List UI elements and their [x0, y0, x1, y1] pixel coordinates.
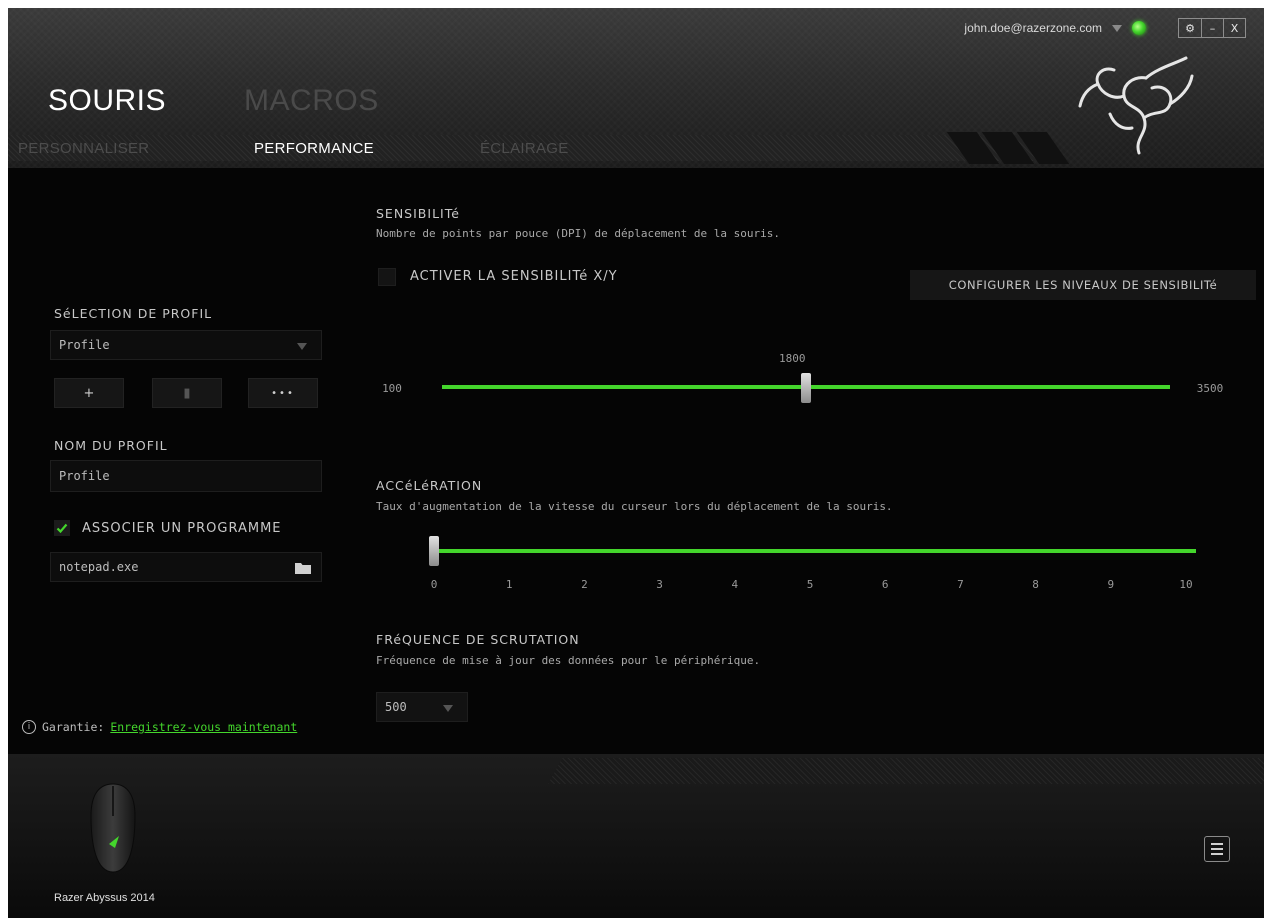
- menu-button[interactable]: [1204, 836, 1230, 862]
- profile-select[interactable]: Profile: [50, 330, 322, 360]
- acceleration-tick-label: 4: [731, 578, 739, 591]
- acceleration-slider-track[interactable]: [434, 549, 1196, 553]
- chevron-down-icon: [443, 705, 453, 712]
- top-bar: john.doe@razerzone.com ⚙ – X: [964, 18, 1246, 38]
- acceleration-tick-label: 5: [806, 578, 814, 591]
- folder-icon[interactable]: [295, 562, 311, 574]
- profile-select-value: Profile: [59, 338, 110, 352]
- program-path-value: notepad.exe: [59, 560, 139, 574]
- more-options-button[interactable]: •••: [248, 378, 318, 408]
- xy-sensitivity-checkbox[interactable]: [378, 268, 396, 286]
- user-email[interactable]: john.doe@razerzone.com: [964, 21, 1102, 35]
- polling-rate-value: 500: [385, 700, 407, 714]
- acceleration-description: Taux d'augmentation de la vitesse du cur…: [376, 500, 893, 513]
- check-icon: [56, 523, 68, 534]
- header: john.doe@razerzone.com ⚙ – X SOURIS MACR…: [8, 8, 1264, 168]
- sensitivity-slider-handle[interactable]: [801, 373, 811, 403]
- sensitivity-description: Nombre de points par pouce (DPI) de dépl…: [376, 227, 780, 240]
- add-profile-button[interactable]: +: [54, 378, 124, 408]
- acceleration-tick-label: 8: [1032, 578, 1039, 591]
- program-path-input[interactable]: notepad.exe: [50, 552, 322, 582]
- menu-icon: [1211, 853, 1223, 855]
- acceleration-tick-label: 9: [1107, 578, 1115, 591]
- mouse-image-icon[interactable]: [88, 782, 138, 874]
- online-status-icon[interactable]: [1132, 21, 1146, 35]
- plus-icon: +: [83, 385, 95, 401]
- razer-synapse-window: john.doe@razerzone.com ⚙ – X SOURIS MACR…: [8, 8, 1264, 918]
- tab-eclairage[interactable]: ÉCLAIRAGE: [480, 140, 569, 157]
- tab-macros[interactable]: MACROS: [244, 84, 379, 118]
- footer-stripe: [548, 758, 1264, 784]
- acceleration-tick-label: 6: [881, 578, 889, 591]
- close-button[interactable]: X: [1223, 19, 1245, 37]
- register-link[interactable]: Enregistrez-vous maintenant: [110, 720, 297, 734]
- settings-button[interactable]: ⚙: [1179, 19, 1201, 37]
- acceleration-tick-label: 10: [1179, 578, 1193, 591]
- sensitivity-max-label: 3500: [1196, 382, 1224, 395]
- acceleration-title: ACCéLéRATION: [376, 478, 483, 493]
- window-controls: ⚙ – X: [1178, 18, 1246, 38]
- polling-title: FRéQUENCE DE SCRUTATION: [376, 632, 580, 647]
- more-icon: •••: [271, 387, 295, 399]
- account-dropdown-icon[interactable]: [1112, 24, 1122, 32]
- razer-logo-icon: [1078, 56, 1194, 155]
- chevron-down-icon: [297, 343, 307, 350]
- profile-name-input[interactable]: Profile: [50, 460, 322, 492]
- xy-sensitivity-label: ACTIVER LA SENSIBILITé X/Y: [410, 269, 618, 284]
- link-program-checkbox[interactable]: [54, 520, 70, 536]
- tab-performance[interactable]: PERFORMANCE: [254, 140, 374, 157]
- delete-profile-button[interactable]: ▮: [152, 378, 222, 408]
- device-name: Razer Abyssus 2014: [54, 892, 155, 904]
- acceleration-tick-label: 0: [430, 578, 438, 591]
- warranty-row: i Garantie: Enregistrez-vous maintenant: [22, 720, 297, 734]
- footer: Razer Abyssus 2014: [8, 754, 1264, 918]
- acceleration-tick-label: 2: [581, 578, 588, 591]
- profile-name-label: NOM DU PROFIL: [54, 438, 168, 453]
- sensitivity-value-label: 1800: [779, 352, 806, 365]
- configure-sensitivity-label: CONFIGURER LES NIVEAUX DE SENSIBILITé: [948, 278, 1218, 292]
- menu-icon: [1211, 843, 1223, 845]
- trash-icon: ▮: [183, 385, 191, 401]
- acceleration-tick-label: 3: [656, 578, 663, 591]
- polling-rate-select[interactable]: 500: [376, 692, 468, 722]
- tab-personnaliser[interactable]: PERSONNALISER: [18, 140, 149, 157]
- sensitivity-min-label: 100: [382, 382, 402, 395]
- menu-icon: [1211, 848, 1223, 850]
- info-icon: i: [22, 720, 36, 734]
- profile-name-value: Profile: [59, 469, 110, 483]
- polling-description: Fréquence de mise à jour des données pou…: [376, 654, 761, 667]
- link-program-label: ASSOCIER UN PROGRAMME: [82, 521, 282, 536]
- tab-souris[interactable]: SOURIS: [48, 84, 166, 118]
- configure-sensitivity-button[interactable]: CONFIGURER LES NIVEAUX DE SENSIBILITé: [910, 270, 1256, 300]
- profile-selection-title: SéLECTION DE PROFIL: [54, 306, 213, 321]
- warranty-label: Garantie:: [42, 720, 105, 734]
- main-tabs: SOURIS MACROS: [48, 84, 379, 118]
- acceleration-tick-label: 1: [505, 578, 513, 591]
- minimize-button[interactable]: –: [1201, 19, 1223, 37]
- acceleration-tick-label: 7: [957, 578, 964, 591]
- acceleration-slider-handle[interactable]: [429, 536, 439, 566]
- sensitivity-title: SENSIBILITé: [376, 206, 460, 221]
